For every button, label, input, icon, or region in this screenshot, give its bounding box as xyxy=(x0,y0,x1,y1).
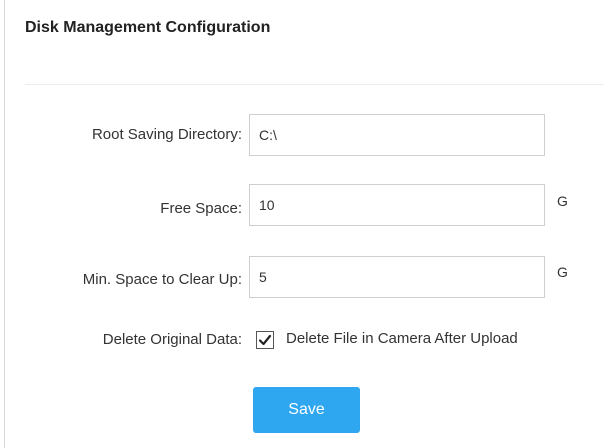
delete-file-checkbox[interactable] xyxy=(256,331,274,349)
free-space-unit: G xyxy=(557,193,568,209)
root-dir-label: Root Saving Directory: xyxy=(91,126,242,143)
root-dir-input[interactable] xyxy=(249,114,545,156)
min-clear-unit: G xyxy=(557,264,568,280)
min-clear-input[interactable] xyxy=(249,256,545,298)
save-button[interactable]: Save xyxy=(253,387,360,433)
delete-file-checkbox-label[interactable]: Delete File in Camera After Upload xyxy=(286,330,518,347)
panel-title: Disk Management Configuration xyxy=(25,19,271,36)
min-clear-label: Min. Space to Clear Up: xyxy=(82,271,242,288)
divider xyxy=(25,84,604,85)
checkmark-icon xyxy=(258,334,272,346)
free-space-label: Free Space: xyxy=(160,200,242,217)
config-panel: Disk Management Configuration Root Savin… xyxy=(4,0,604,448)
free-space-input[interactable] xyxy=(249,184,545,226)
delete-original-label: Delete Original Data: xyxy=(102,331,242,348)
